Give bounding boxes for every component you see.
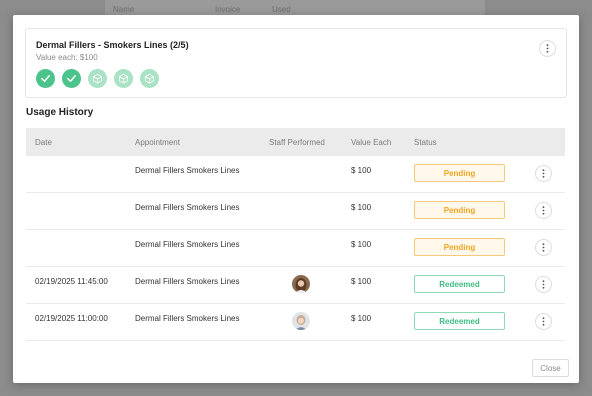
row-appointment: Dermal Fillers Smokers Lines xyxy=(135,240,240,249)
background-column-name: Name xyxy=(113,5,135,14)
check-icon xyxy=(41,75,50,82)
check-icon xyxy=(67,75,76,82)
row-date: 02/19/2025 11:00:00 xyxy=(35,314,108,323)
close-button[interactable]: Close xyxy=(532,359,569,377)
row-options-button[interactable] xyxy=(535,313,552,330)
status-badge-pending: Pending xyxy=(414,164,505,182)
session-available xyxy=(88,69,107,88)
status-badge-pending: Pending xyxy=(414,238,505,256)
column-value-each: Value Each xyxy=(351,138,392,147)
row-value: $ 100 xyxy=(351,314,372,323)
more-vertical-icon xyxy=(542,243,545,252)
table-row: 02/19/2025 11:00:00 Dermal Fillers Smoke… xyxy=(26,304,565,341)
session-available xyxy=(140,69,159,88)
row-options-button[interactable] xyxy=(535,202,552,219)
row-options-button[interactable] xyxy=(535,165,552,182)
row-value: $ 100 xyxy=(351,277,372,286)
more-vertical-icon xyxy=(542,280,545,289)
table-row: Dermal Fillers Smokers Lines $ 100 Pendi… xyxy=(26,193,565,230)
staff-avatar xyxy=(292,312,310,330)
row-appointment: Dermal Fillers Smokers Lines xyxy=(135,203,240,212)
row-value: $ 100 xyxy=(351,240,372,249)
usage-history-table: Date Appointment Staff Performed Value E… xyxy=(26,128,565,341)
package-options-button[interactable] xyxy=(539,40,556,57)
table-row: Dermal Fillers Smokers Lines $ 100 Pendi… xyxy=(26,156,565,193)
more-vertical-icon xyxy=(542,317,545,326)
table-row: 02/19/2025 11:45:00 Dermal Fillers Smoke… xyxy=(26,267,565,304)
row-appointment: Dermal Fillers Smokers Lines xyxy=(135,166,240,175)
session-redeemed xyxy=(36,69,55,88)
status-badge-redeemed: Redeemed xyxy=(414,275,505,293)
cube-icon xyxy=(118,73,129,84)
cube-icon xyxy=(144,73,155,84)
session-redeemed xyxy=(62,69,81,88)
row-options-button[interactable] xyxy=(535,239,552,256)
status-badge-redeemed: Redeemed xyxy=(414,312,505,330)
background-table-header: Name Invoice Used xyxy=(105,0,485,15)
row-appointment: Dermal Fillers Smokers Lines xyxy=(135,314,240,323)
table-header: Date Appointment Staff Performed Value E… xyxy=(26,128,565,156)
package-value-each: Value each: $100 xyxy=(36,53,98,62)
usage-history-title: Usage History xyxy=(26,107,94,118)
status-badge-pending: Pending xyxy=(414,201,505,219)
session-available xyxy=(114,69,133,88)
row-value: $ 100 xyxy=(351,166,372,175)
column-appointment: Appointment xyxy=(135,138,180,147)
column-status: Status xyxy=(414,138,437,147)
column-date: Date xyxy=(35,138,52,147)
package-usage-modal: Dermal Fillers - Smokers Lines (2/5) Val… xyxy=(13,15,579,383)
row-value: $ 100 xyxy=(351,203,372,212)
row-date: 02/19/2025 11:45:00 xyxy=(35,277,108,286)
row-options-button[interactable] xyxy=(535,276,552,293)
row-appointment: Dermal Fillers Smokers Lines xyxy=(135,277,240,286)
package-title: Dermal Fillers - Smokers Lines (2/5) xyxy=(36,40,189,50)
session-indicators xyxy=(36,69,159,88)
staff-avatar xyxy=(292,275,310,293)
column-staff-performed: Staff Performed xyxy=(269,138,325,147)
more-vertical-icon xyxy=(542,169,545,178)
more-vertical-icon xyxy=(542,206,545,215)
background-column-invoice: Invoice xyxy=(215,5,241,14)
table-row: Dermal Fillers Smokers Lines $ 100 Pendi… xyxy=(26,230,565,267)
package-card: Dermal Fillers - Smokers Lines (2/5) Val… xyxy=(25,28,567,98)
more-vertical-icon xyxy=(546,44,549,53)
cube-icon xyxy=(92,73,103,84)
background-column-used: Used xyxy=(272,5,291,14)
